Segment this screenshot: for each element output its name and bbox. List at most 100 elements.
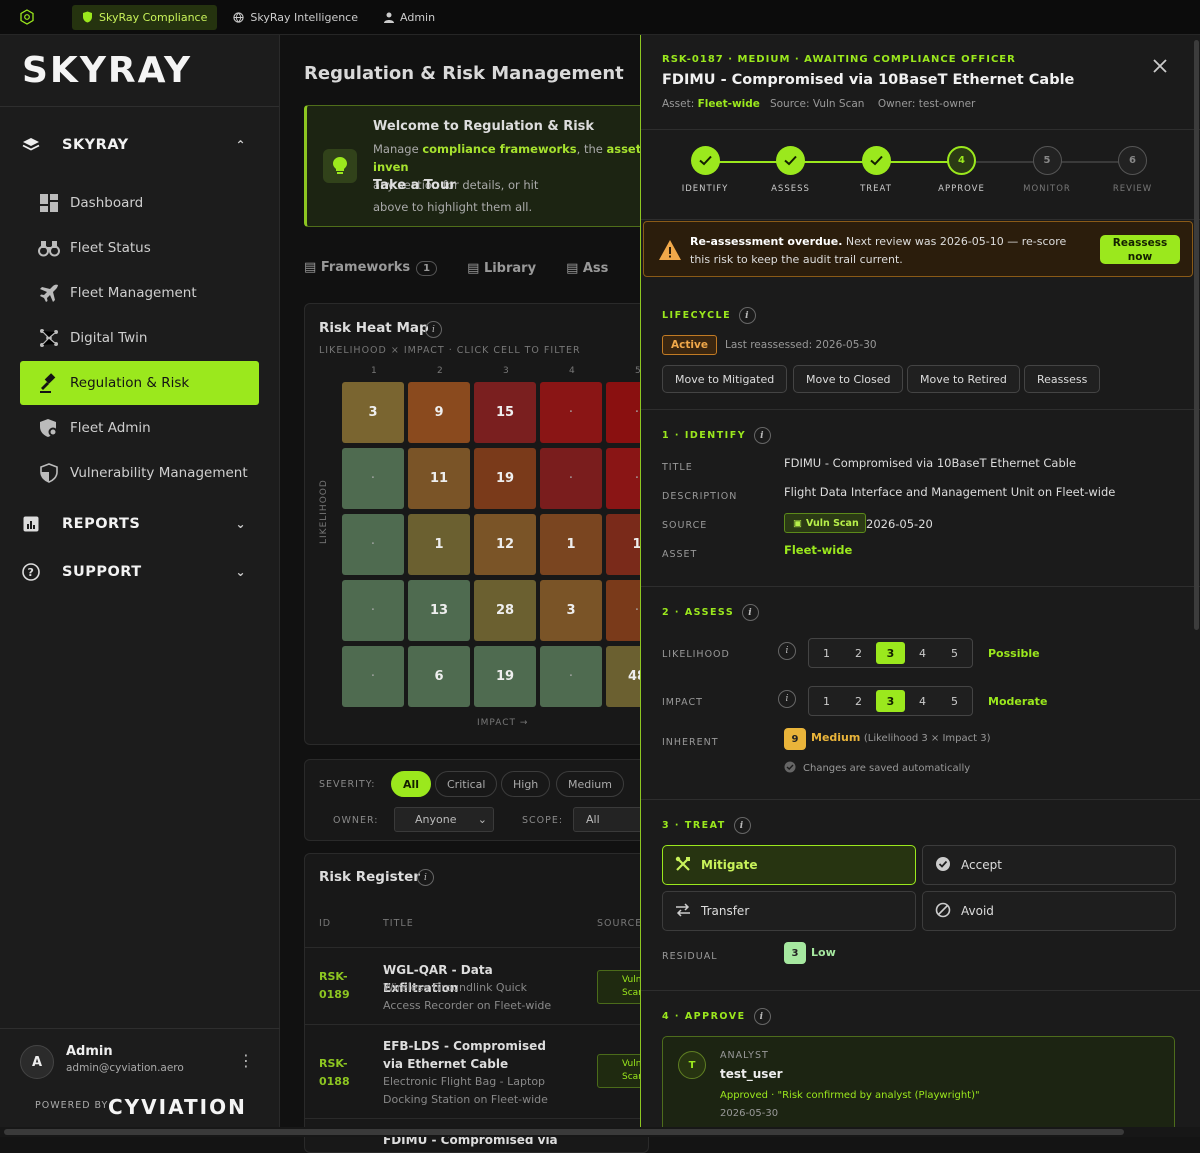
info-icon[interactable]: i (753, 1008, 771, 1025)
scrollbar-thumb[interactable] (4, 1129, 1124, 1135)
treat-transfer-button[interactable]: Transfer (662, 891, 916, 931)
likelihood-text: Possible (988, 647, 1040, 660)
heatmap-cell[interactable]: 1 (540, 514, 602, 575)
heatmap-cell[interactable]: · (342, 646, 404, 707)
heatmap-cell[interactable]: · (342, 514, 404, 575)
heatmap-cell[interactable]: · (342, 448, 404, 509)
score-option[interactable]: 4 (908, 690, 937, 712)
info-icon[interactable]: i (417, 869, 434, 886)
take-tour-button[interactable]: Take a Tour (373, 178, 456, 193)
heatmap-cell[interactable]: · (342, 580, 404, 641)
risk-id[interactable]: RSK-0188 (319, 1055, 359, 1091)
tab-library[interactable]: ▤ Library (467, 261, 536, 276)
more-vertical-icon[interactable]: ⋮ (238, 1051, 254, 1070)
score-option[interactable]: 2 (844, 690, 873, 712)
sidebar-item-fleet-admin[interactable]: Fleet Admin (20, 406, 259, 450)
filter-critical[interactable]: Critical (435, 771, 498, 797)
info-icon[interactable]: i (739, 307, 757, 324)
heatmap-cell[interactable]: 19 (474, 448, 536, 509)
score-option[interactable]: 4 (908, 642, 937, 664)
step-monitor[interactable]: 5 MONITOR (1002, 146, 1092, 194)
heatmap-cell[interactable]: 19 (474, 646, 536, 707)
sidebar-item-vulnerability-management[interactable]: Vulnerability Management (20, 451, 259, 495)
nav-group-reports[interactable]: REPORTS ⌄ (20, 509, 260, 539)
score-option[interactable]: 1 (812, 642, 841, 664)
nav-group-support[interactable]: ? SUPPORT ⌄ (20, 557, 260, 587)
heatmap-cell[interactable]: 11 (408, 448, 470, 509)
heatmap-cell[interactable]: 6 (408, 646, 470, 707)
heatmap-cell[interactable]: 3 (540, 580, 602, 641)
tab-skyray-compliance[interactable]: SkyRay Compliance (72, 4, 218, 30)
brand-logo[interactable]: SKYRAY (0, 35, 279, 107)
move-to-retired-button[interactable]: Move to Retired (907, 365, 1020, 393)
info-icon[interactable]: i (742, 604, 760, 621)
likelihood-selector[interactable]: 12345 (808, 638, 973, 668)
compliance-frameworks-link[interactable]: compliance frameworks (422, 142, 576, 156)
treat-accept-button[interactable]: Accept (922, 845, 1176, 885)
score-option[interactable]: 3 (876, 690, 905, 712)
tab-admin[interactable]: Admin (374, 5, 445, 30)
risk-id[interactable]: RSK-0189 (319, 968, 359, 1004)
info-icon[interactable]: i (425, 321, 442, 338)
reassess-button[interactable]: Reassess (1024, 365, 1101, 393)
heatmap-cell[interactable]: 12 (474, 514, 536, 575)
avatar[interactable]: A (20, 1045, 54, 1079)
reassess-now-button[interactable]: Reassess now (1100, 235, 1180, 264)
score-option[interactable]: 5 (940, 642, 969, 664)
filter-all[interactable]: All (391, 771, 432, 797)
score-option[interactable]: 3 (876, 642, 905, 664)
sidebar-item-dashboard[interactable]: Dashboard (20, 181, 259, 225)
close-icon[interactable] (1149, 55, 1171, 77)
score-option[interactable]: 1 (812, 690, 841, 712)
sidebar-item-digital-twin[interactable]: Digital Twin (20, 316, 259, 360)
info-icon[interactable]: i (754, 427, 772, 444)
step-identify[interactable]: IDENTIFY (660, 146, 750, 194)
owner-select[interactable]: Anyone ⌄ (394, 807, 494, 832)
heatmap-cell[interactable]: 9 (408, 382, 470, 443)
table-row[interactable]: RSK-0188 EFB-LDS - Compromised via Ether… (305, 1024, 648, 1118)
heatmap-cell[interactable]: 15 (474, 382, 536, 443)
heatmap-cell[interactable]: 13 (408, 580, 470, 641)
table-row[interactable]: RSK-0189 WGL-QAR - Data Exfiltration Wir… (305, 947, 648, 1024)
vertical-scrollbar[interactable] (1194, 40, 1199, 630)
filter-high[interactable]: High (501, 771, 551, 797)
heatmap-cell[interactable]: · (540, 646, 602, 707)
sidebar-item-fleet-management[interactable]: Fleet Management (20, 271, 259, 315)
score-option[interactable]: 5 (940, 690, 969, 712)
sidebar-item-regulation-risk[interactable]: Regulation & Risk (20, 361, 259, 405)
step-review[interactable]: 6 REVIEW (1088, 146, 1178, 194)
info-icon[interactable]: i (778, 642, 796, 660)
step-treat[interactable]: TREAT (831, 146, 921, 194)
tab-frameworks[interactable]: ▤ Frameworks 1 (304, 260, 438, 276)
step-assess[interactable]: ASSESS (746, 146, 836, 194)
horizontal-scrollbar[interactable] (0, 1127, 1200, 1137)
treat-avoid-button[interactable]: Avoid (922, 891, 1176, 931)
move-to-mitigated-button[interactable]: Move to Mitigated (662, 365, 788, 393)
move-to-closed-button[interactable]: Move to Closed (793, 365, 904, 393)
treat-mitigate-button[interactable]: Mitigate (662, 845, 916, 885)
score-option[interactable]: 2 (844, 642, 873, 664)
step-label: ASSESS (771, 184, 810, 194)
heatmap-cell[interactable]: 28 (474, 580, 536, 641)
info-icon[interactable]: i (733, 817, 751, 834)
tab-skyray-intelligence[interactable]: SkyRay Intelligence (223, 5, 368, 30)
sidebar-item-fleet-status[interactable]: Fleet Status (20, 226, 259, 270)
drawer-header: RSK-0187 · MEDIUM · AWAITING COMPLIANCE … (641, 35, 1200, 130)
heatmap-cell[interactable]: · (540, 448, 602, 509)
heatmap-cell[interactable]: · (540, 382, 602, 443)
heatmap-cell[interactable]: 1 (408, 514, 470, 575)
owner-meta: Owner: test-owner (877, 98, 976, 110)
heatmap-cell[interactable]: 3 (342, 382, 404, 443)
info-icon[interactable]: i (778, 690, 796, 708)
filter-medium[interactable]: Medium (556, 771, 624, 797)
impact-selector[interactable]: 12345 (808, 686, 973, 716)
nav-group-skyray[interactable]: SKYRAY ⌃ (20, 130, 260, 160)
asset-link[interactable]: Fleet-wide (698, 98, 760, 110)
asset-link[interactable]: Fleet-wide (784, 543, 852, 557)
welcome-text: Manage (373, 142, 423, 156)
sidebar-item-label: Fleet Status (70, 240, 151, 256)
step-approve[interactable]: 4 APPROVE (917, 146, 1007, 194)
scope-select[interactable]: All (573, 807, 648, 832)
tab-assets[interactable]: ▤ Ass (566, 261, 608, 276)
app-logo-icon[interactable] (18, 8, 36, 26)
